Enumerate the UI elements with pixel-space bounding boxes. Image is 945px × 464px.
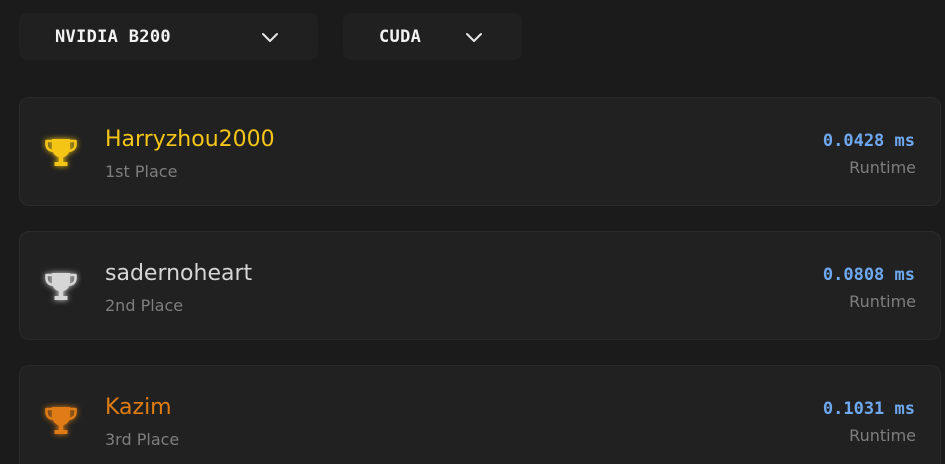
trophy-bronze-icon xyxy=(45,407,77,434)
trophy-silver-icon xyxy=(45,273,77,300)
entry-runtime-value: 0.0428 ms xyxy=(822,131,915,151)
leaderboard-entry-1[interactable]: Harryzhou2000 1st Place 0.0428 ms Runtim… xyxy=(19,97,941,206)
language-select-label: CUDA xyxy=(379,26,422,47)
entry-runtime-label: Runtime xyxy=(849,292,916,311)
entry-username: sadernoheart xyxy=(105,261,253,286)
entry-username: Harryzhou2000 xyxy=(105,127,275,152)
gpu-select-dropdown[interactable]: NVIDIA B200 xyxy=(19,13,318,60)
gpu-select-label: NVIDIA B200 xyxy=(55,26,171,47)
entry-rank-label: 3rd Place xyxy=(105,430,180,449)
leaderboard-entry-2[interactable]: sadernoheart 2nd Place 0.0808 ms Runtime xyxy=(19,231,941,340)
chevron-down-icon xyxy=(262,33,278,42)
entry-runtime-value: 0.1031 ms xyxy=(822,399,915,419)
entry-rank-label: 2nd Place xyxy=(105,296,184,315)
language-select-dropdown[interactable]: CUDA xyxy=(343,13,522,60)
entry-runtime-value: 0.0808 ms xyxy=(822,265,915,285)
entry-rank-label: 1st Place xyxy=(105,162,178,181)
entry-runtime-label: Runtime xyxy=(849,158,916,177)
entry-runtime-label: Runtime xyxy=(849,426,916,445)
trophy-gold-icon xyxy=(45,139,77,166)
leaderboard-page: NVIDIA B200 CUDA Harryzhou2000 1st Place… xyxy=(0,0,945,464)
leaderboard-entry-3[interactable]: Kazim 3rd Place 0.1031 ms Runtime xyxy=(19,365,941,464)
entry-username: Kazim xyxy=(105,395,172,420)
chevron-down-icon xyxy=(466,33,482,42)
